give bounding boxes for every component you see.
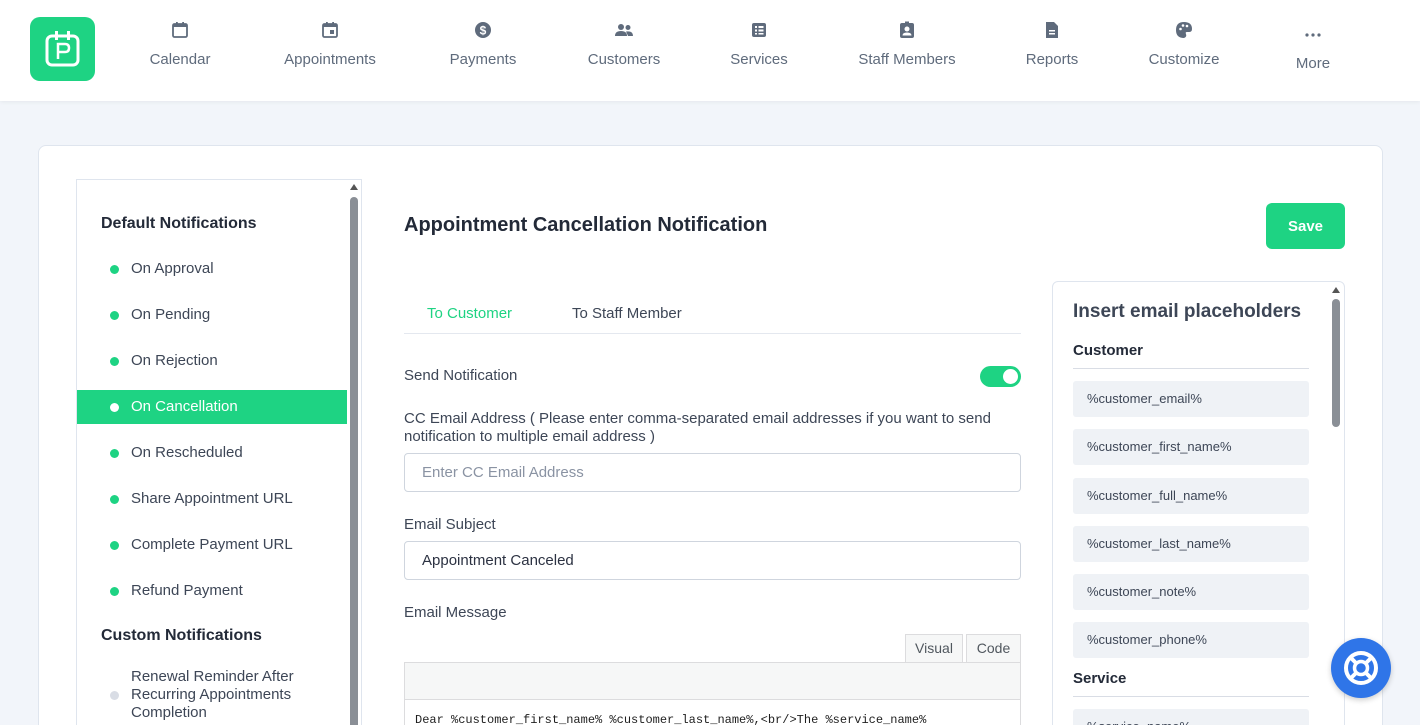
sidebar-item-refund-payment[interactable]: Refund Payment <box>77 574 347 608</box>
nav-label: Services <box>730 51 788 68</box>
nav-label: Customize <box>1148 51 1220 68</box>
nav-label: Reports <box>1025 51 1079 68</box>
recipient-tabs: To Customer To Staff Member <box>404 296 1021 334</box>
palette-icon <box>1176 22 1192 38</box>
status-dot <box>110 265 119 274</box>
app-logo[interactable] <box>30 17 95 81</box>
placeholder-item[interactable]: %service_name% <box>1073 709 1309 725</box>
toggle-knob <box>1003 369 1018 384</box>
sidebar-item-label: On Pending <box>131 306 211 323</box>
status-dot <box>110 449 119 458</box>
calendar-icon <box>172 22 188 38</box>
email-subject-input[interactable] <box>404 541 1021 580</box>
placeholder-item[interactable]: %customer_full_name% <box>1073 478 1309 514</box>
nav-reports[interactable]: Reports <box>1020 20 1084 80</box>
editor-toolbar <box>404 662 1021 700</box>
placeholder-item[interactable]: %customer_email% <box>1073 381 1309 417</box>
logo-icon <box>45 31 80 67</box>
scroll-up-icon[interactable] <box>1332 287 1340 293</box>
nav-services[interactable]: Services <box>724 20 794 80</box>
nav-calendar[interactable]: Calendar <box>140 20 220 80</box>
custom-notifications-heading: Custom Notifications <box>101 627 262 644</box>
sidebar-item-label: Complete Payment URL <box>131 536 293 553</box>
status-dot <box>110 541 119 550</box>
sidebar-item-on-rejection[interactable]: On Rejection <box>77 344 347 378</box>
send-notification-toggle[interactable] <box>980 366 1021 387</box>
scrollbar-thumb[interactable] <box>350 197 358 725</box>
nav-label: Customers <box>587 51 661 68</box>
placeholder-item[interactable]: %customer_phone% <box>1073 622 1309 658</box>
dollar-icon: $ <box>475 22 491 38</box>
sidebar-item-label: Share Appointment URL <box>131 490 293 507</box>
svg-text:$: $ <box>480 24 487 38</box>
sidebar-item-label: Renewal Reminder After Recurring Appoint… <box>131 668 294 721</box>
status-dot <box>110 495 119 504</box>
nav-label: Payments <box>449 51 517 68</box>
nav-label: Calendar <box>149 51 211 68</box>
default-notifications-heading: Default Notifications <box>101 215 257 232</box>
list-icon <box>752 23 766 37</box>
lifebuoy-icon <box>1344 651 1378 685</box>
placeholder-item[interactable]: %customer_note% <box>1073 574 1309 610</box>
scroll-up-icon[interactable] <box>350 184 358 190</box>
status-dot <box>110 357 119 366</box>
users-icon <box>615 24 633 36</box>
placeholder-group-service: Service <box>1073 670 1309 697</box>
status-dot <box>110 311 119 320</box>
sidebar-item-label: Refund Payment <box>131 582 243 599</box>
more-dots-icon <box>1305 33 1321 37</box>
page-title: Appointment Cancellation Notification <box>404 214 768 236</box>
nav-customize[interactable]: Customize <box>1140 20 1228 80</box>
email-subject-label: Email Subject <box>404 516 496 533</box>
help-button[interactable] <box>1331 638 1391 698</box>
editor-tab-visual[interactable]: Visual <box>905 634 963 663</box>
sidebar-item-label: On Cancellation <box>131 398 238 415</box>
sidebar-item-label: On Rescheduled <box>131 444 243 461</box>
nav-payments[interactable]: $ Payments <box>443 20 523 80</box>
status-dot <box>110 691 119 700</box>
nav-appointments[interactable]: Appointments <box>275 20 385 80</box>
sidebar-item-label: On Approval <box>131 260 214 277</box>
report-icon <box>1046 22 1058 38</box>
nav-more[interactable]: More <box>1288 24 1338 84</box>
nav-staff-members[interactable]: Staff Members <box>850 20 964 80</box>
save-button[interactable]: Save <box>1266 203 1345 249</box>
sidebar-item-on-pending[interactable]: On Pending <box>77 298 347 332</box>
nav-label: More <box>1295 55 1331 72</box>
email-message-editor[interactable]: Dear %customer_first_name% %customer_las… <box>404 699 1021 725</box>
sidebar-item-on-approval[interactable]: On Approval <box>77 252 347 286</box>
email-message-label: Email Message <box>404 604 507 621</box>
sidebar-item-renewal-reminder[interactable]: Renewal Reminder After Recurring Appoint… <box>77 668 347 724</box>
placeholder-group-customer: Customer <box>1073 342 1309 369</box>
sidebar-item-on-cancellation[interactable]: On Cancellation <box>77 390 347 424</box>
sidebar-scrollbar[interactable] <box>347 179 362 725</box>
tab-to-customer[interactable]: To Customer <box>427 305 512 322</box>
sidebar-item-share-appointment-url[interactable]: Share Appointment URL <box>77 482 347 516</box>
status-dot <box>110 403 119 412</box>
status-dot <box>110 587 119 596</box>
nav-customers[interactable]: Customers <box>580 20 668 80</box>
placeholders-title: Insert email placeholders <box>1073 301 1302 322</box>
placeholders-scrollbar-thumb[interactable] <box>1332 299 1340 427</box>
send-notification-label: Send Notification <box>404 367 518 384</box>
id-badge-icon <box>900 21 914 38</box>
calendar-event-icon <box>322 22 338 38</box>
sidebar-item-complete-payment-url[interactable]: Complete Payment URL <box>77 528 347 562</box>
editor-tab-code[interactable]: Code <box>966 634 1021 663</box>
tab-to-staff-member[interactable]: To Staff Member <box>572 305 682 322</box>
cc-email-label: CC Email Address ( Please enter comma-se… <box>404 410 991 445</box>
sidebar-item-on-rescheduled[interactable]: On Rescheduled <box>77 436 347 470</box>
placeholder-item[interactable]: %customer_last_name% <box>1073 526 1309 562</box>
placeholder-item[interactable]: %customer_first_name% <box>1073 429 1309 465</box>
sidebar-item-label: On Rejection <box>131 352 218 369</box>
nav-label: Appointments <box>284 51 376 68</box>
top-navbar: Calendar Appointments $ Payments Custome… <box>0 0 1420 101</box>
nav-label: Staff Members <box>858 51 956 68</box>
cc-email-input[interactable] <box>404 453 1021 492</box>
